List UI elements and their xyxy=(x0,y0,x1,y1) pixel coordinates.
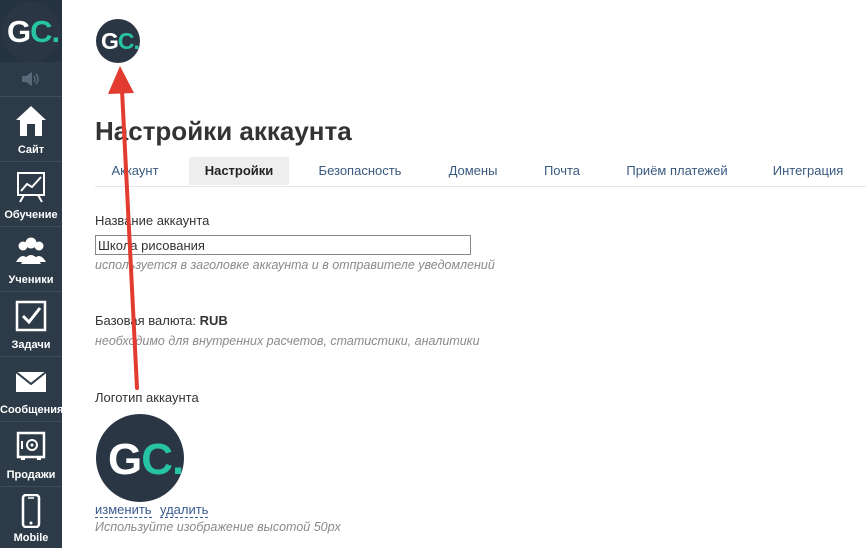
currency-value: RUB xyxy=(199,313,228,328)
logo-label: Логотип аккаунта xyxy=(95,390,199,405)
tab-security[interactable]: Безопасность xyxy=(305,157,415,185)
speaker-icon[interactable] xyxy=(0,64,62,94)
delete-logo-link[interactable]: удалить xyxy=(160,503,209,518)
tab-payments[interactable]: Приём платежей xyxy=(615,157,739,185)
sidebar-item-label: Задачи xyxy=(11,339,51,351)
sidebar-item-tasks[interactable]: Задачи xyxy=(0,291,62,356)
sidebar-item-mobile[interactable]: Mobile xyxy=(0,486,62,549)
phone-icon xyxy=(21,494,41,528)
logo-text: GC. xyxy=(101,28,140,54)
house-icon xyxy=(16,106,46,136)
sidebar-item-label: Ученики xyxy=(8,274,54,286)
sidebar-item-sales[interactable]: Продажи xyxy=(0,421,62,486)
logo-hint: Используйте изображение высотой 50px xyxy=(95,520,341,534)
sidebar-item-messages[interactable]: Сообщения xyxy=(0,356,64,421)
sidebar-item-label: Mobile xyxy=(13,532,49,544)
account-logo-preview: GC. xyxy=(96,414,184,502)
sidebar-logo[interactable]: GC. xyxy=(0,0,62,62)
sidebar-item-students[interactable]: Ученики xyxy=(0,226,62,291)
account-name-input[interactable] xyxy=(95,235,471,255)
sidebar-item-label: Сообщения xyxy=(0,404,64,416)
safe-icon xyxy=(16,431,46,460)
users-icon xyxy=(16,237,46,264)
settings-tabs: Аккаунт Настройки Безопасность Домены По… xyxy=(95,157,866,187)
sidebar-item-label: Продажи xyxy=(6,469,56,481)
checkbox-icon xyxy=(15,300,47,332)
sidebar-item-label: Сайт xyxy=(17,144,45,156)
envelope-icon xyxy=(15,371,47,392)
sidebar-item-learning[interactable]: Обучение xyxy=(0,161,62,226)
currency-hint: необходимо для внутренних расчетов, стат… xyxy=(95,334,480,348)
currency-label: Базовая валюта: RUB xyxy=(95,313,228,328)
tab-settings[interactable]: Настройки xyxy=(189,157,289,185)
change-logo-link[interactable]: изменить xyxy=(95,503,152,518)
sidebar-item-site[interactable]: Сайт xyxy=(0,96,62,161)
tab-account[interactable]: Аккаунт xyxy=(95,157,175,185)
tab-domains[interactable]: Домены xyxy=(435,157,511,185)
chart-board-icon xyxy=(17,172,45,203)
tab-integration[interactable]: Интеграция xyxy=(761,157,855,185)
page-title: Настройки аккаунта xyxy=(95,116,352,146)
sidebar-item-label: Обучение xyxy=(4,209,58,221)
logo-text: GC. xyxy=(108,435,184,484)
account-name-hint: используется в заголовке аккаунта и в от… xyxy=(95,258,495,272)
currency-label-text: Базовая валюта: xyxy=(95,313,200,328)
account-logo-small: GC. xyxy=(96,19,140,63)
sidebar: GC. Сайт Обучение Ученики Задачи Сообщен… xyxy=(0,0,64,549)
tab-mail[interactable]: Почта xyxy=(531,157,593,185)
logo-text: GC. xyxy=(7,14,60,49)
account-name-label: Название аккаунта xyxy=(95,213,210,228)
